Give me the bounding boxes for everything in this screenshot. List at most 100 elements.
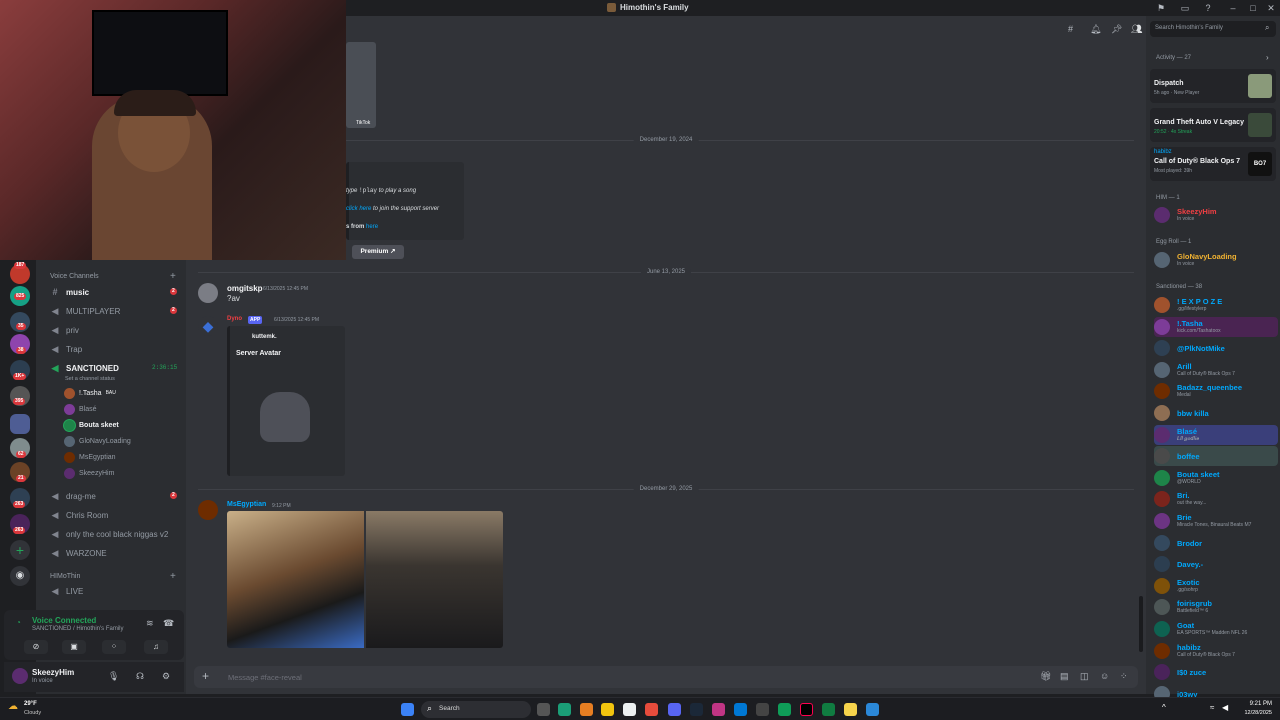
settings-gear-icon[interactable]: ⚙ [162,671,170,682]
channel-cool[interactable]: ◀ only the cool black niggas v2 [50,525,184,543]
soundboard-button[interactable]: ♫ [144,640,168,654]
member-item[interactable]: Blasé 𝑳𝒍𝒍 𝒈𝒐𝒅𝒍𝒊𝒆 [1154,424,1278,445]
channel-live[interactable]: ◀ LIVE [50,582,184,600]
tiktok-thumbnail[interactable] [346,42,376,128]
task-view-icon[interactable] [537,703,550,716]
emoji-icon[interactable]: ☺ [1100,671,1109,681]
steam-icon[interactable] [690,703,703,716]
app-icon[interactable] [734,703,747,716]
close-icon[interactable]: ✕ [1266,3,1276,13]
voice-user[interactable]: Bouta skeet [64,418,119,432]
avatar[interactable] [198,500,218,520]
wifi-icon[interactable]: ≈ [1210,703,1214,712]
channel-trap[interactable]: ◀ Trap [50,340,184,358]
headphones-icon[interactable]: ☊ [136,671,144,682]
member-item[interactable]: foirisgrub Battlefield™ 6 [1154,597,1278,617]
embed-link[interactable]: here [366,224,378,230]
sticky-notes-icon[interactable] [844,703,857,716]
voice-user[interactable]: GloNavyLoading [64,434,131,448]
weather-temp[interactable]: 29°F [24,701,37,707]
member-item[interactable]: boffee [1154,446,1278,467]
clock-time[interactable]: 9:21 PM [1236,701,1272,707]
voice-location[interactable]: SANCTIONED / Himothin's Family [32,626,124,632]
member-item[interactable]: Badazz_queenbee Medal [1154,381,1278,401]
message-author[interactable]: Dyno [227,316,242,322]
clock-date[interactable]: 12/28/2025 [1236,710,1272,716]
member-item[interactable]: ! E X P O Z E .gg/lifestylerp [1154,295,1278,315]
taskbar-search[interactable]: ⌕ Search [421,701,531,718]
search-box[interactable]: Search Himothin's Family ⌕ [1150,21,1276,37]
app-icon[interactable] [778,703,791,716]
instagram-icon[interactable] [712,703,725,716]
channel-drag-me[interactable]: ◀ drag-me [50,487,184,505]
copilot-icon[interactable] [580,703,593,716]
voice-user[interactable]: !.Tasha BAU [64,386,116,400]
member-item[interactable]: !.Tasha kick.com/Tashatoox [1154,316,1278,337]
category-voice-channels[interactable]: Voice Channels [50,273,99,280]
sticker-icon[interactable]: ◫ [1080,671,1089,682]
microphone-icon[interactable]: 🎙︎ [108,671,119,682]
tiktok-icon[interactable] [800,703,813,716]
message-composer[interactable]: + Message #face-reveal 🎁︎ ▤ ◫ ☺ ⁘ [194,666,1138,688]
add-channel-icon[interactable]: + [170,271,176,282]
channel-warzone[interactable]: ◀ WARZONE [50,544,184,562]
member-item[interactable]: SkeezyHim In voice [1154,205,1278,225]
category-himothin[interactable]: HIMoThin [50,573,80,580]
server-avatar-image[interactable] [260,392,310,442]
channel-multiplayer[interactable]: ◀ MULTIPLAYER [50,302,184,320]
channel-music[interactable]: # music [50,283,184,301]
member-list-icon[interactable]: 👥︎ [1131,24,1142,35]
app-icon[interactable] [866,703,879,716]
member-item[interactable]: habibz Call of Duty® Black Ops 7 [1154,641,1278,661]
activities-button[interactable]: ⁘ [102,640,126,654]
store-icon[interactable] [623,703,636,716]
file-explorer-icon[interactable] [601,703,614,716]
voice-user[interactable]: SkeezyHim [64,466,114,480]
member-item[interactable]: Bouta skeet @WORLD [1154,468,1278,488]
chrome-icon[interactable] [645,703,658,716]
add-server-icon[interactable]: + [10,540,30,560]
avatar[interactable] [12,668,28,684]
screen-share-button[interactable]: ▣ [62,640,86,654]
scrollbar-thumb[interactable] [1139,596,1143,652]
channel-status[interactable]: Set a channel status [65,376,115,382]
channel-chris-room[interactable]: ◀ Chris Room [50,506,184,524]
start-icon[interactable] [401,703,414,716]
member-item[interactable]: GloNavyLoading In voice [1154,250,1278,270]
disconnect-icon[interactable]: ☎ [163,618,174,629]
folder-icon[interactable] [10,414,30,434]
activity-card[interactable]: habibz Call of Duty® Black Ops 7 Most pl… [1150,147,1276,181]
message-input[interactable]: Message #face-reveal [228,673,302,682]
embed-link[interactable]: click here [346,206,371,212]
avatar[interactable] [198,283,218,303]
member-item[interactable]: Davey.- [1154,554,1278,574]
obs-icon[interactable] [756,703,769,716]
help-icon[interactable]: ? [1203,3,1213,13]
gift-icon[interactable]: 🎁︎ [1040,671,1051,682]
attached-image[interactable] [366,511,503,648]
member-item[interactable]: Arill Call of Duty® Black Ops 7 [1154,360,1278,380]
member-item[interactable]: Bri. out the way... [1154,489,1278,509]
excel-icon[interactable] [822,703,835,716]
monitor-icon[interactable]: ▭ [1180,3,1190,13]
activity-card[interactable]: Grand Theft Auto V Legacy 20:52 · 4x Str… [1150,108,1276,142]
voice-user[interactable]: Blasé [64,402,97,416]
chevron-right-icon[interactable]: › [1266,53,1269,62]
camera-off-button[interactable]: ⊘ [24,640,48,654]
inbox-icon[interactable]: ⚑ [1156,3,1166,13]
dyno-avatar[interactable]: ◆ [198,316,218,336]
edge-icon[interactable] [558,703,571,716]
attached-image[interactable] [227,511,364,648]
member-item[interactable]: @PlkNotMike [1154,338,1278,358]
maximize-icon[interactable]: □ [1248,3,1258,13]
channel-priv[interactable]: ◀ priv [50,321,184,339]
member-item[interactable]: Brie Miracle Tones, Binaural Beats M7 [1154,511,1278,531]
discord-icon[interactable] [668,703,681,716]
search-input[interactable]: Search Himothin's Family [1155,25,1223,31]
volume-icon[interactable]: ◀ [1222,703,1228,712]
member-item[interactable]: Goat EA SPORTS™ Madden NFL 26 [1154,619,1278,639]
chevron-up-icon[interactable]: ^ [1162,703,1166,712]
apps-icon[interactable]: ⁘ [1120,671,1128,682]
member-item[interactable]: Exotic .gg/sohrp [1154,576,1278,596]
add-attachment-icon[interactable]: + [202,669,209,683]
